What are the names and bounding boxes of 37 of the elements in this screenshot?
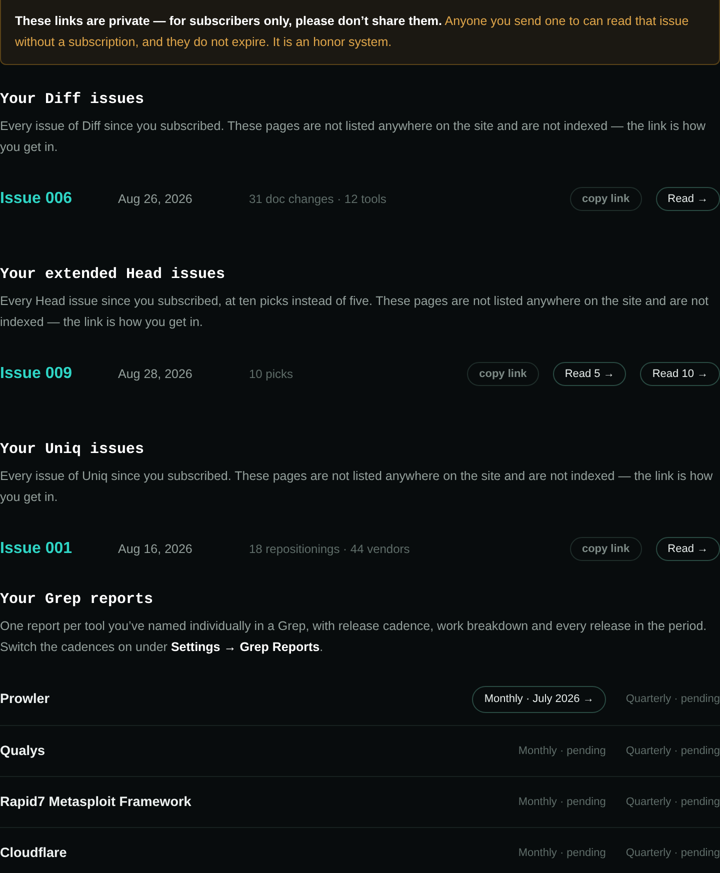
tool-name: Cloudflare [0, 844, 67, 862]
tool-name: Qualys [0, 742, 46, 760]
section-heading: Your Diff issues [0, 90, 146, 110]
pending-status: Monthly · pending [518, 744, 606, 759]
report-link-button[interactable]: Monthly · July 2026 → [472, 686, 606, 713]
pending-status: Quarterly · pending [626, 692, 720, 708]
issue-link[interactable]: Issue 009 [0, 362, 118, 386]
section-heading: Your extended Head issues [0, 265, 226, 285]
copy-link-button[interactable]: copy link [570, 186, 642, 212]
tool-name: Prowler [0, 690, 50, 708]
issue-link[interactable]: Issue 001 [0, 537, 118, 561]
issue-meta: 18 repositionings · 44 vendors [249, 541, 410, 558]
issue-date: Aug 26, 2026 [118, 190, 194, 208]
private-links-notice: These links are private — for subscribers only, please don’t share them. Anyone you send one to can read that issue without a subscription, and they do not expire. It is an honor system. [0, 0, 720, 65]
section-heading: Your Uniq issues [0, 440, 146, 460]
section-description: One report per tool you’ve named individually in a Grep, with release cadence, work breakdown and every release in the period. Switch the cadences on under Settings → Grep Reports. [0, 618, 708, 656]
issue-date: Aug 28, 2026 [118, 366, 194, 383]
issue-date: Aug 16, 2026 [118, 540, 194, 558]
section-description: Every issue of Uniq since you subscribed. These pages are not listed anywhere on the site and are not indexed — the link is how you get in. [0, 468, 714, 506]
pending-status: Quarterly · pending [626, 744, 720, 759]
read-button[interactable]: Read → [656, 186, 720, 212]
issue-meta: 31 doc changes · 12 tools [249, 191, 386, 208]
tool-name: Rapid7 Metasploit Framework [0, 792, 192, 811]
issue-link[interactable]: Issue 006 [0, 187, 118, 211]
issue-meta: 10 picks [249, 366, 294, 383]
pending-status: Quarterly · pending [626, 846, 720, 861]
section-description: Every Head issue since you subscribed, at ten picks instead of five. These pages are not listed anywhere on the site and are not indexed — the link is how you get in. [0, 293, 710, 331]
pending-status: Monthly · pending [518, 846, 606, 861]
read-button[interactable]: Read 5 → [552, 362, 626, 386]
copy-link-button[interactable]: copy link [570, 536, 642, 562]
section-description: Every issue of Diff since you subscribed. These pages are not listed anywhere on the site and are not indexed — the link is how you get in. [0, 118, 706, 156]
pending-status: Monthly · pending [518, 794, 606, 810]
read-button[interactable]: Read → [656, 536, 720, 562]
section-heading: Your Grep reports [0, 590, 154, 610]
read-button[interactable]: Read 10 → [640, 362, 720, 386]
copy-link-button[interactable]: copy link [467, 362, 539, 386]
pending-status: Quarterly · pending [626, 794, 720, 810]
